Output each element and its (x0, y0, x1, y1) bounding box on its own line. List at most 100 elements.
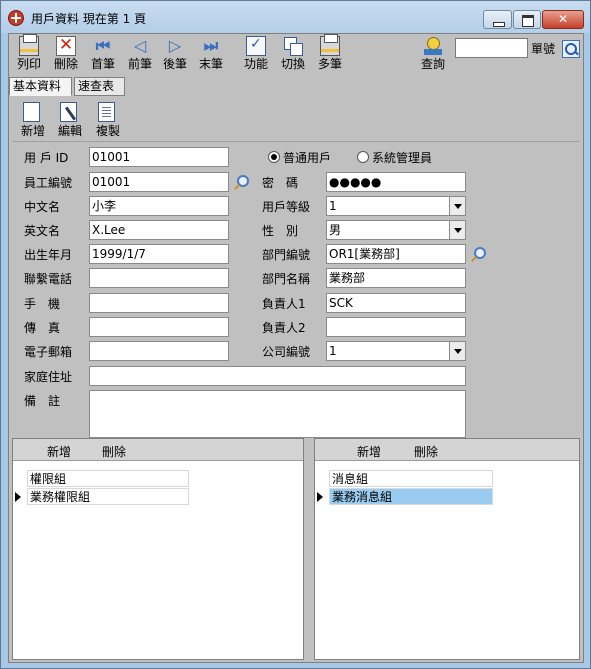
query-icon (423, 36, 443, 56)
english-name-field[interactable]: X.Lee (89, 220, 229, 240)
permission-group-pane: 新增 刪除 權限組 業務權限組 (12, 438, 304, 660)
query-button[interactable]: 查詢 (413, 34, 453, 74)
message-group-delete-button[interactable]: 刪除 (414, 443, 438, 460)
address-field[interactable] (89, 366, 466, 386)
dept-no-field[interactable]: OR1[業務部] (326, 244, 466, 264)
dept-name-label: 部門名稱 (262, 272, 311, 286)
normal-user-radio[interactable] (268, 151, 280, 163)
email-field[interactable] (89, 341, 229, 361)
close-button[interactable] (542, 10, 584, 29)
app-window: 用戶資料 現在第 1 頁 列印 刪除 ⏮ 首筆 ◁ 前筆 ▷ 後筆 ⏭ 末筆 (0, 0, 591, 669)
copy-record-button[interactable]: 複製 (90, 102, 126, 140)
remark-label: 備 註 (24, 394, 61, 408)
user-level-select[interactable]: 1 (326, 196, 466, 216)
fax-label: 傳 真 (24, 321, 61, 335)
list-item[interactable]: 消息組 (315, 470, 495, 487)
company-no-select[interactable]: 1 (326, 341, 466, 361)
search-icon[interactable] (562, 40, 580, 58)
chinese-name-label: 中文名 (24, 200, 61, 214)
employee-lookup-icon[interactable] (234, 175, 249, 190)
multi-record-icon (320, 34, 340, 56)
message-group-pane: 新增 刪除 消息組 業務消息組 (314, 438, 580, 660)
message-group-add-button[interactable]: 新增 (357, 443, 381, 460)
printer-icon (19, 34, 39, 56)
list-item-label: 業務消息組 (329, 488, 493, 505)
admin-user-radio[interactable] (357, 151, 369, 163)
app-logo-icon (8, 10, 24, 26)
english-name-label: 英文名 (24, 224, 61, 238)
gender-label: 性 別 (262, 224, 299, 238)
chevron-down-icon[interactable] (449, 221, 465, 239)
minimize-button[interactable] (483, 10, 512, 29)
password-label: 密 碼 (262, 176, 299, 190)
manager1-field[interactable]: SCK (326, 293, 466, 313)
company-no-value: 1 (329, 344, 337, 358)
manager2-field[interactable] (326, 317, 466, 337)
client-area: 列印 刪除 ⏮ 首筆 ◁ 前筆 ▷ 後筆 ⏭ 末筆 功能 切換 (8, 33, 584, 663)
password-field[interactable]: ●●●●● (326, 172, 466, 192)
multi-record-label: 多筆 (317, 57, 342, 71)
phone-label: 聯繫電話 (24, 272, 73, 286)
birth-date-label: 出生年月 (24, 248, 73, 262)
order-no-input[interactable] (455, 38, 528, 58)
tab-basic-info[interactable]: 基本資料 (9, 77, 72, 96)
last-record-icon: ⏭ (203, 36, 219, 55)
maximize-button[interactable] (513, 10, 541, 29)
current-row-icon (15, 492, 21, 502)
mobile-field[interactable] (89, 293, 229, 313)
checklist-icon (246, 36, 266, 56)
chevron-down-icon[interactable] (449, 342, 465, 360)
chinese-name-field[interactable]: 小李 (89, 196, 229, 216)
edit-icon (60, 102, 77, 122)
permission-group-add-button[interactable]: 新增 (47, 443, 71, 460)
fax-field[interactable] (89, 317, 229, 337)
list-item[interactable]: 權限組 (13, 470, 193, 487)
user-id-field[interactable]: 01001 (89, 147, 229, 167)
first-record-icon: ⏮ (95, 36, 111, 55)
dept-name-field[interactable]: 業務部 (326, 268, 466, 288)
dept-no-label: 部門編號 (262, 248, 311, 262)
user-level-value: 1 (329, 199, 337, 213)
multi-record-button[interactable]: 多筆 (310, 34, 350, 74)
phone-field[interactable] (89, 268, 229, 288)
list-item[interactable]: 業務消息組 (315, 488, 495, 505)
list-item-label: 權限組 (27, 470, 189, 487)
list-item[interactable]: 業務權限組 (13, 488, 193, 505)
next-record-icon: ▷ (168, 36, 182, 55)
manager2-label: 負責人2 (262, 321, 306, 335)
dept-lookup-icon[interactable] (471, 247, 486, 262)
email-label: 電子郵箱 (24, 345, 73, 359)
employee-no-label: 員工編號 (24, 176, 73, 190)
address-label: 家庭住址 (24, 370, 73, 384)
birth-date-field[interactable]: 1999/1/7 (89, 244, 229, 264)
employee-no-field[interactable]: 01001 (89, 172, 229, 192)
order-no-label: 單號 (531, 42, 556, 56)
last-record-button[interactable]: ⏭ 末筆 (191, 34, 231, 74)
edit-record-button[interactable]: 編輯 (52, 102, 88, 140)
current-row-icon (317, 492, 323, 502)
delete-icon (56, 35, 76, 56)
normal-user-label: 普通用戶 (283, 151, 332, 165)
permission-group-delete-button[interactable]: 刪除 (102, 443, 126, 460)
chevron-down-icon[interactable] (449, 197, 465, 215)
gender-select[interactable]: 男 (326, 220, 466, 240)
company-no-label: 公司編號 (262, 345, 311, 359)
title-bar[interactable]: 用戶資料 現在第 1 頁 (1, 1, 590, 33)
windows-icon (283, 36, 303, 56)
list-item-label: 消息組 (329, 470, 493, 487)
new-document-icon (23, 102, 40, 122)
manager1-label: 負責人1 (262, 297, 306, 311)
mobile-label: 手 機 (24, 297, 61, 311)
user-id-label: 用 戶 ID (24, 151, 69, 165)
admin-user-label: 系統管理員 (372, 151, 433, 165)
permission-group-toolbar: 新增 刪除 (13, 439, 303, 461)
gender-value: 男 (329, 223, 342, 237)
tab-quick-lookup[interactable]: 速查表 (74, 77, 125, 96)
prev-record-icon: ◁ (133, 36, 147, 55)
query-label: 查詢 (420, 57, 445, 71)
message-group-toolbar: 新增 刪除 (315, 439, 579, 461)
copy-icon (98, 102, 115, 122)
user-form: 用 戶 ID 01001 普通用戶 系統管理員 員工編號 01001 密 碼 ●… (12, 141, 580, 438)
copy-record-label: 複製 (95, 124, 120, 138)
remark-field[interactable] (89, 390, 466, 438)
